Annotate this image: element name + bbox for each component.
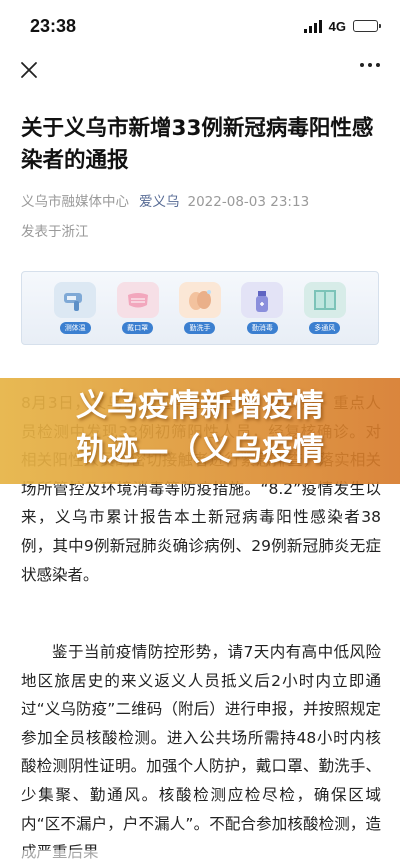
article-datetime: 2022-08-03 23:13: [187, 194, 310, 210]
bottom-fade: [0, 850, 400, 865]
banner-item-spray: 勤消毒: [237, 282, 287, 334]
battery-icon: [353, 20, 381, 32]
prevention-banner: 测体温 戴口罩 勤洗手 勤消毒 多通风: [21, 271, 379, 345]
article-title: 关于义乌市新增33例新冠病毒阳性感染者的通报: [21, 116, 374, 173]
status-time: 23:38: [30, 15, 77, 36]
banner-label: 测体温: [59, 322, 91, 334]
status-bar: 23:38 4G: [0, 0, 400, 52]
spray-icon: [256, 291, 269, 312]
close-icon[interactable]: [20, 61, 38, 79]
handwash-icon: [188, 290, 211, 310]
banner-item-window: 多通风: [300, 282, 350, 334]
banner-label: 勤消毒: [246, 322, 278, 334]
article-paragraph: 鉴于当前疫情防控形势，请7天内有高中低风险地区旅居史的来义返义人员抵义后2小时内…: [21, 643, 381, 861]
banner-label: 多通风: [309, 322, 341, 334]
article-source: 义乌市融媒体中心: [21, 194, 129, 210]
overlay-headline: 义乌疫情新增疫情 轨迹—（义乌疫情: [76, 388, 324, 468]
network-type: 4G: [328, 18, 346, 34]
article-meta: 义乌市融媒体中心 爱义乌 2022-08-03 23:13: [21, 190, 309, 210]
headline-overlay: 义乌疫情新增疫情 轨迹—（义乌疫情: [0, 378, 400, 484]
thermometer-icon: [64, 293, 83, 311]
account-link[interactable]: 爱义乌: [139, 194, 180, 210]
article-location: 发表于浙江: [21, 224, 89, 240]
banner-item-thermometer: 测体温: [50, 282, 100, 334]
status-icons: 4G: [303, 18, 381, 34]
banner-item-mask: 戴口罩: [113, 282, 163, 334]
mask-icon: [127, 293, 148, 308]
window-icon: [313, 290, 336, 310]
banner-item-handwash: 勤洗手: [175, 282, 225, 334]
signal-icon: [303, 19, 322, 33]
nav-bar: [0, 52, 400, 92]
banner-label: 戴口罩: [122, 322, 154, 334]
banner-label: 勤洗手: [184, 322, 216, 334]
more-icon[interactable]: [360, 63, 380, 69]
